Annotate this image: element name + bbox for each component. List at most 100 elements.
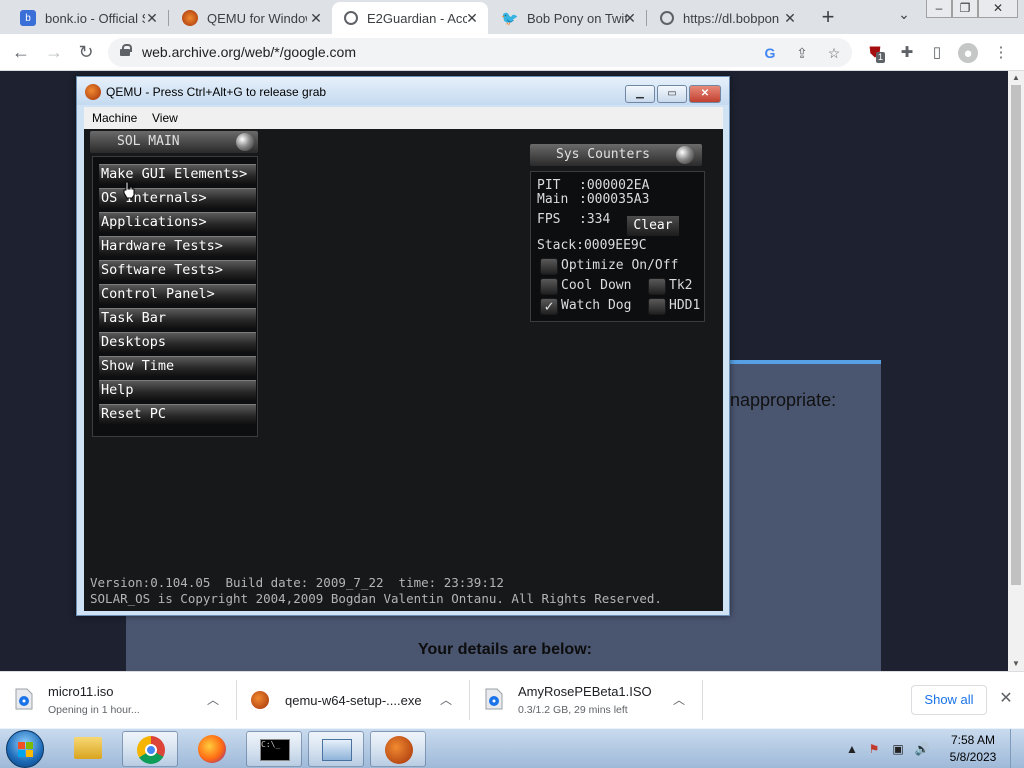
page-scrollbar[interactable]: ▲ ▼ (1008, 71, 1024, 671)
firefox-taskbar-icon[interactable] (184, 731, 240, 767)
menu-item-software-tests[interactable]: Software Tests> (99, 260, 256, 280)
show-desktop-button[interactable] (1010, 729, 1024, 768)
copyright-line: SOLAR_OS is Copyright 2004,2009 Bogdan V… (90, 591, 662, 606)
menu-item-show-time[interactable]: Show Time (99, 356, 256, 376)
side-panel-icon[interactable]: ▯ (926, 42, 948, 64)
menu-item-help[interactable]: Help (99, 380, 256, 400)
back-arrow-icon[interactable]: ← (8, 40, 34, 66)
qemu-maximize-button[interactable]: ▭ (657, 85, 687, 103)
chevron-up-icon[interactable]: ︿ (204, 691, 222, 709)
optimize-checkbox[interactable] (540, 258, 558, 275)
scroll-thumb[interactable] (1011, 85, 1021, 585)
profile-avatar-icon[interactable]: ● (958, 43, 978, 63)
optimize-label: Optimize On/Off (561, 258, 679, 273)
main-label: Main (537, 192, 569, 207)
sol-main-menu: Make GUI Elements> OS Internals> Applica… (92, 156, 258, 437)
cool-down-checkbox[interactable] (540, 278, 558, 295)
tab-search-chevron-icon[interactable]: ⌄ (892, 6, 916, 28)
start-button[interactable] (6, 730, 44, 768)
tab-qemu[interactable]: QEMU for Windows ✕ (170, 2, 332, 34)
windows-logo-icon (18, 742, 33, 757)
tk2-checkbox[interactable] (648, 278, 666, 295)
qemu-titlebar[interactable]: QEMU - Press Ctrl+Alt+G to release grab … (77, 77, 729, 105)
twitter-icon: 🐦 (501, 9, 519, 26)
menu-item-desktops[interactable]: Desktops (99, 332, 256, 352)
download-status: 0.3/1.2 GB, 29 mins left (518, 704, 628, 716)
scroll-down-icon[interactable]: ▼ (1008, 657, 1024, 671)
lock-icon[interactable] (120, 44, 132, 56)
network-icon[interactable]: ▣ (890, 741, 906, 757)
reload-icon[interactable]: ↻ (73, 40, 99, 66)
disc-icon (485, 688, 503, 710)
clear-button[interactable]: Clear (627, 216, 679, 236)
tab-bonk[interactable]: b bonk.io - Official S ✕ (8, 2, 168, 34)
tk2-label: Tk2 (669, 278, 693, 293)
share-icon[interactable]: ⇪ (792, 43, 812, 63)
menu-item-applications[interactable]: Applications> (99, 212, 256, 232)
close-icon[interactable]: ✕ (996, 689, 1016, 709)
google-icon[interactable]: G (760, 43, 780, 63)
knob-icon[interactable] (676, 146, 694, 164)
network-taskbar-icon[interactable] (308, 731, 364, 767)
menu-item-hardware-tests[interactable]: Hardware Tests> (99, 236, 256, 256)
tab-twitter[interactable]: 🐦 Bob Pony on Twit ✕ (490, 2, 646, 34)
qemu-minimize-button[interactable]: ▁ (625, 85, 655, 103)
watch-dog-checkbox[interactable]: ✓ (540, 298, 558, 315)
close-window-button[interactable]: ✕ (978, 0, 1018, 18)
qemu-icon (251, 691, 269, 709)
taskbar-clock[interactable]: 7:58 AM 5/8/2023 (940, 732, 1006, 766)
menu-item-reset-pc[interactable]: Reset PC (99, 404, 256, 424)
qemu-close-button[interactable]: ✕ (689, 85, 721, 103)
address-bar[interactable]: web.archive.org/web/*/google.com G ⇪ ☆ (108, 38, 852, 67)
tab-e2guardian[interactable]: E2Guardian - Acc ✕ (332, 2, 488, 34)
tab-strip: b bonk.io - Official S ✕ QEMU for Window… (0, 0, 1024, 34)
qemu-taskbar-icon[interactable] (370, 731, 426, 767)
close-icon[interactable]: ✕ (622, 10, 638, 26)
minimize-window-button[interactable]: – (926, 0, 952, 18)
restore-window-button[interactable]: ❐ (952, 0, 978, 18)
url-text[interactable]: web.archive.org/web/*/google.com (142, 44, 356, 60)
volume-icon[interactable]: 🔊 (914, 741, 930, 757)
close-icon[interactable]: ✕ (464, 10, 480, 26)
close-icon[interactable]: ✕ (144, 10, 160, 26)
action-center-icon[interactable]: ⚑ (866, 741, 882, 757)
menu-view[interactable]: View (152, 111, 178, 125)
chevron-up-icon[interactable]: ︿ (437, 691, 455, 709)
sol-main-title[interactable]: SOL MAIN (90, 131, 258, 153)
vm-screen[interactable]: SOL MAIN Make GUI Elements> OS Internals… (84, 129, 723, 611)
new-tab-button[interactable]: + (814, 4, 842, 32)
file-explorer-taskbar-icon[interactable] (60, 731, 116, 767)
hdd1-checkbox[interactable] (648, 298, 666, 315)
pit-label: PIT (537, 178, 561, 193)
knob-icon[interactable] (236, 133, 254, 151)
menu-item-task-bar[interactable]: Task Bar (99, 308, 256, 328)
download-item[interactable]: AmyRosePEBeta1.ISO 0.3/1.2 GB, 29 mins l… (470, 672, 702, 729)
sys-counters-title[interactable]: Sys Counters (530, 144, 702, 166)
show-all-button[interactable]: Show all (911, 685, 987, 715)
extensions-puzzle-icon[interactable]: ✚ (896, 42, 918, 64)
windows-taskbar: C:\_ ▲ ⚑ ▣ 🔊 7:58 AM 5/8/2023 (0, 728, 1024, 768)
close-icon[interactable]: ✕ (308, 10, 324, 26)
download-item[interactable]: micro11.iso Opening in 1 hour... ︿ (0, 672, 236, 729)
ublock-extension-icon[interactable]: ⛊ 1 (864, 42, 886, 64)
fps-label: FPS (537, 212, 561, 227)
chevron-up-icon[interactable]: ︿ (670, 691, 688, 709)
menu-machine[interactable]: Machine (92, 111, 137, 125)
tab-bobpony-dl[interactable]: https://dl.bobpon ✕ (648, 2, 806, 34)
cmd-taskbar-icon[interactable]: C:\_ (246, 731, 302, 767)
download-item[interactable]: qemu-w64-setup-....exe ︿ (237, 672, 469, 729)
menu-item-control-panel[interactable]: Control Panel> (99, 284, 256, 304)
forward-arrow-icon[interactable]: → (41, 40, 67, 66)
bookmark-star-icon[interactable]: ☆ (824, 43, 844, 63)
tab-separator (646, 10, 647, 26)
show-hidden-icons-icon[interactable]: ▲ (844, 741, 860, 757)
sys-counters-label: Sys Counters (556, 147, 650, 162)
qemu-menubar: Machine View (84, 107, 723, 129)
close-icon[interactable]: ✕ (782, 10, 798, 26)
qemu-title: QEMU - Press Ctrl+Alt+G to release grab (106, 85, 327, 99)
chrome-taskbar-icon[interactable] (122, 731, 178, 767)
scroll-up-icon[interactable]: ▲ (1008, 71, 1024, 85)
more-menu-icon[interactable]: ⋮ (990, 42, 1012, 64)
tab-separator (168, 10, 169, 26)
browser-toolbar: ← → ↻ web.archive.org/web/*/google.com G… (0, 34, 1024, 71)
